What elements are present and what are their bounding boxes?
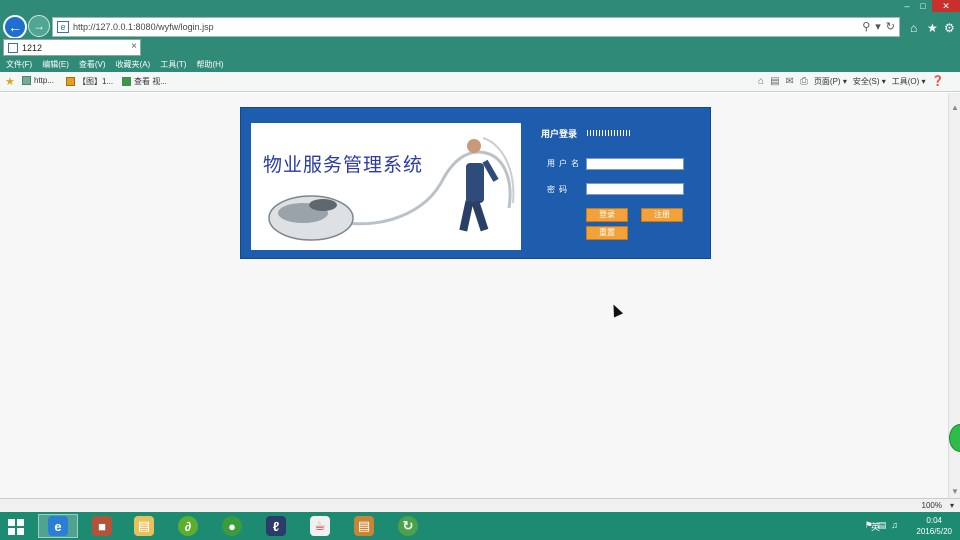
page-icon: e [57, 21, 69, 33]
page-menu[interactable]: 页面(P) ▾ [814, 76, 847, 87]
forward-button[interactable]: → [28, 15, 50, 37]
heading-decoration [587, 130, 631, 136]
link-icon [22, 76, 31, 85]
favorites-bar: ★ http... 【图】1... 查看 视... ⌂ ▤ ✉ ⎙ 页面(P) … [0, 72, 960, 92]
zoom-dropdown-icon[interactable]: ▾ [950, 501, 954, 510]
feeds-icon[interactable]: ▤ [770, 76, 779, 87]
mouse-illustration [268, 137, 515, 241]
favorite-link[interactable]: http... [22, 76, 54, 85]
clock-date: 2016/5/20 [916, 527, 952, 536]
scroll-down-icon[interactable]: ▼ [951, 487, 959, 496]
register-button[interactable]: 注册 [641, 208, 683, 222]
system-title: 物业服务管理系统 [263, 154, 424, 176]
tab-title: 1212 [22, 42, 43, 53]
menu-edit[interactable]: 编辑(E) [42, 59, 69, 70]
favorite-link[interactable]: 查看 视... [122, 76, 167, 87]
favorite-label: http... [34, 76, 55, 85]
clock[interactable]: 0:04 2016/5/20 [916, 515, 952, 537]
link-icon [66, 77, 75, 86]
sync-icon: ↻ [398, 516, 418, 536]
menu-file[interactable]: 文件(F) [6, 59, 32, 70]
home-icon[interactable]: ⌂ [910, 21, 917, 35]
refresh-icon[interactable]: ↻ [886, 20, 895, 33]
zoom-level[interactable]: 100% [922, 501, 942, 510]
close-window-button[interactable]: ✕ [932, 0, 960, 12]
volume-icon[interactable]: ♫ [891, 520, 898, 531]
menu-tools[interactable]: 工具(T) [160, 59, 186, 70]
tab-row: 1212 × [0, 38, 960, 56]
banner-image: 物业服务管理系统 [251, 123, 521, 250]
login-form: 用户登录 用户名 密码 登录 注册 重置 [531, 108, 712, 260]
book-icon: ▤ [354, 516, 374, 536]
eclipse-icon: ℓ [266, 516, 286, 536]
favorites-star-icon[interactable]: ★ [5, 75, 15, 88]
system-tray: ⚑ ▤ ♫ [865, 520, 898, 531]
taskbar-app-ie[interactable]: e [38, 514, 78, 538]
safety-menu[interactable]: 安全(S) ▾ [853, 76, 886, 87]
address-bar[interactable]: e http://127.0.0.1:8080/wyfw/login.jsp ⚲… [52, 17, 900, 37]
back-button[interactable]: ← [3, 15, 27, 39]
ime-indicator[interactable]: 英 [871, 520, 880, 533]
menu-favorites[interactable]: 收藏夹(A) [116, 59, 151, 70]
print-icon[interactable]: ⎙ [800, 76, 808, 87]
folder-icon: ▤ [134, 516, 154, 536]
search-icon[interactable]: ⚲ [862, 20, 870, 33]
gear-icon[interactable]: ⚙ [944, 21, 955, 35]
url-text[interactable]: http://127.0.0.1:8080/wyfw/login.jsp [73, 22, 214, 32]
taskbar-app-store[interactable]: ■ [82, 514, 122, 538]
ie-browser-icon: e [48, 516, 68, 536]
star-icon[interactable]: ★ [927, 21, 938, 35]
username-input[interactable] [586, 158, 684, 170]
mail-icon[interactable]: ✉ [786, 76, 794, 87]
clock-time: 0:04 [926, 516, 942, 525]
green-app-icon: ∂ [178, 516, 198, 536]
password-input[interactable] [586, 183, 684, 195]
login-panel: 物业服务管理系统 用户登录 用户名 密码 登录 注册 重置 [240, 107, 711, 259]
forward-arrow-icon: → [33, 19, 45, 33]
menu-help[interactable]: 帮助(H) [196, 59, 223, 70]
page-icon [8, 42, 18, 53]
chat-icon: ● [222, 516, 242, 536]
windows-start-icon[interactable] [8, 519, 24, 535]
minimize-button[interactable]: – [900, 0, 914, 12]
password-label: 密码 [547, 185, 571, 194]
maximize-button[interactable]: □ [916, 0, 930, 12]
scroll-up-icon[interactable]: ▲ [951, 103, 959, 112]
link-icon [122, 77, 131, 86]
taskbar-app-refresh[interactable]: ↻ [388, 514, 428, 538]
tools-menu[interactable]: 工具(O) ▾ [892, 76, 926, 87]
command-bar: ⌂ ▤ ✉ ⎙ 页面(P) ▾ 安全(S) ▾ 工具(O) ▾ ❓ [758, 76, 944, 87]
store-icon: ■ [92, 516, 112, 536]
close-tab-icon[interactable]: × [131, 41, 137, 52]
favorite-label: 【图】1... [78, 77, 114, 86]
favorite-label: 查看 视... [134, 77, 167, 86]
browser-titlebar: ← → e http://127.0.0.1:8080/wyfw/login.j… [0, 0, 960, 39]
back-arrow-icon: ← [8, 19, 22, 35]
tab-current[interactable]: 1212 × [3, 39, 141, 56]
login-heading: 用户登录 [541, 129, 578, 139]
help-icon[interactable]: ❓ [932, 76, 944, 87]
menu-view[interactable]: 查看(V) [79, 59, 106, 70]
java-icon: ☕ [310, 516, 330, 536]
reset-button[interactable]: 重置 [586, 226, 628, 240]
taskbar-app-book[interactable]: ▤ [344, 514, 384, 538]
status-bar: 100% ▾ [0, 498, 960, 512]
taskbar: e ■ ▤ ∂ ● ℓ ☕ ▤ ↻ ⚑ ▤ ♫ 英 0:04 2016/5/20 [0, 512, 960, 540]
home-page-icon[interactable]: ⌂ [758, 76, 764, 87]
taskbar-app-chat[interactable]: ● [212, 514, 252, 538]
taskbar-app-explorer[interactable]: ▤ [124, 514, 164, 538]
taskbar-app-eclipse[interactable]: ℓ [256, 514, 296, 538]
taskbar-app-java[interactable]: ☕ [300, 514, 340, 538]
favorite-link[interactable]: 【图】1... [66, 76, 113, 87]
dropdown-icon[interactable]: ▾ [875, 20, 881, 33]
login-button[interactable]: 登录 [586, 208, 628, 222]
username-label: 用户名 [547, 159, 583, 168]
taskbar-app-green[interactable]: ∂ [168, 514, 208, 538]
menu-bar: 文件(F) 编辑(E) 查看(V) 收藏夹(A) 工具(T) 帮助(H) [0, 56, 960, 72]
